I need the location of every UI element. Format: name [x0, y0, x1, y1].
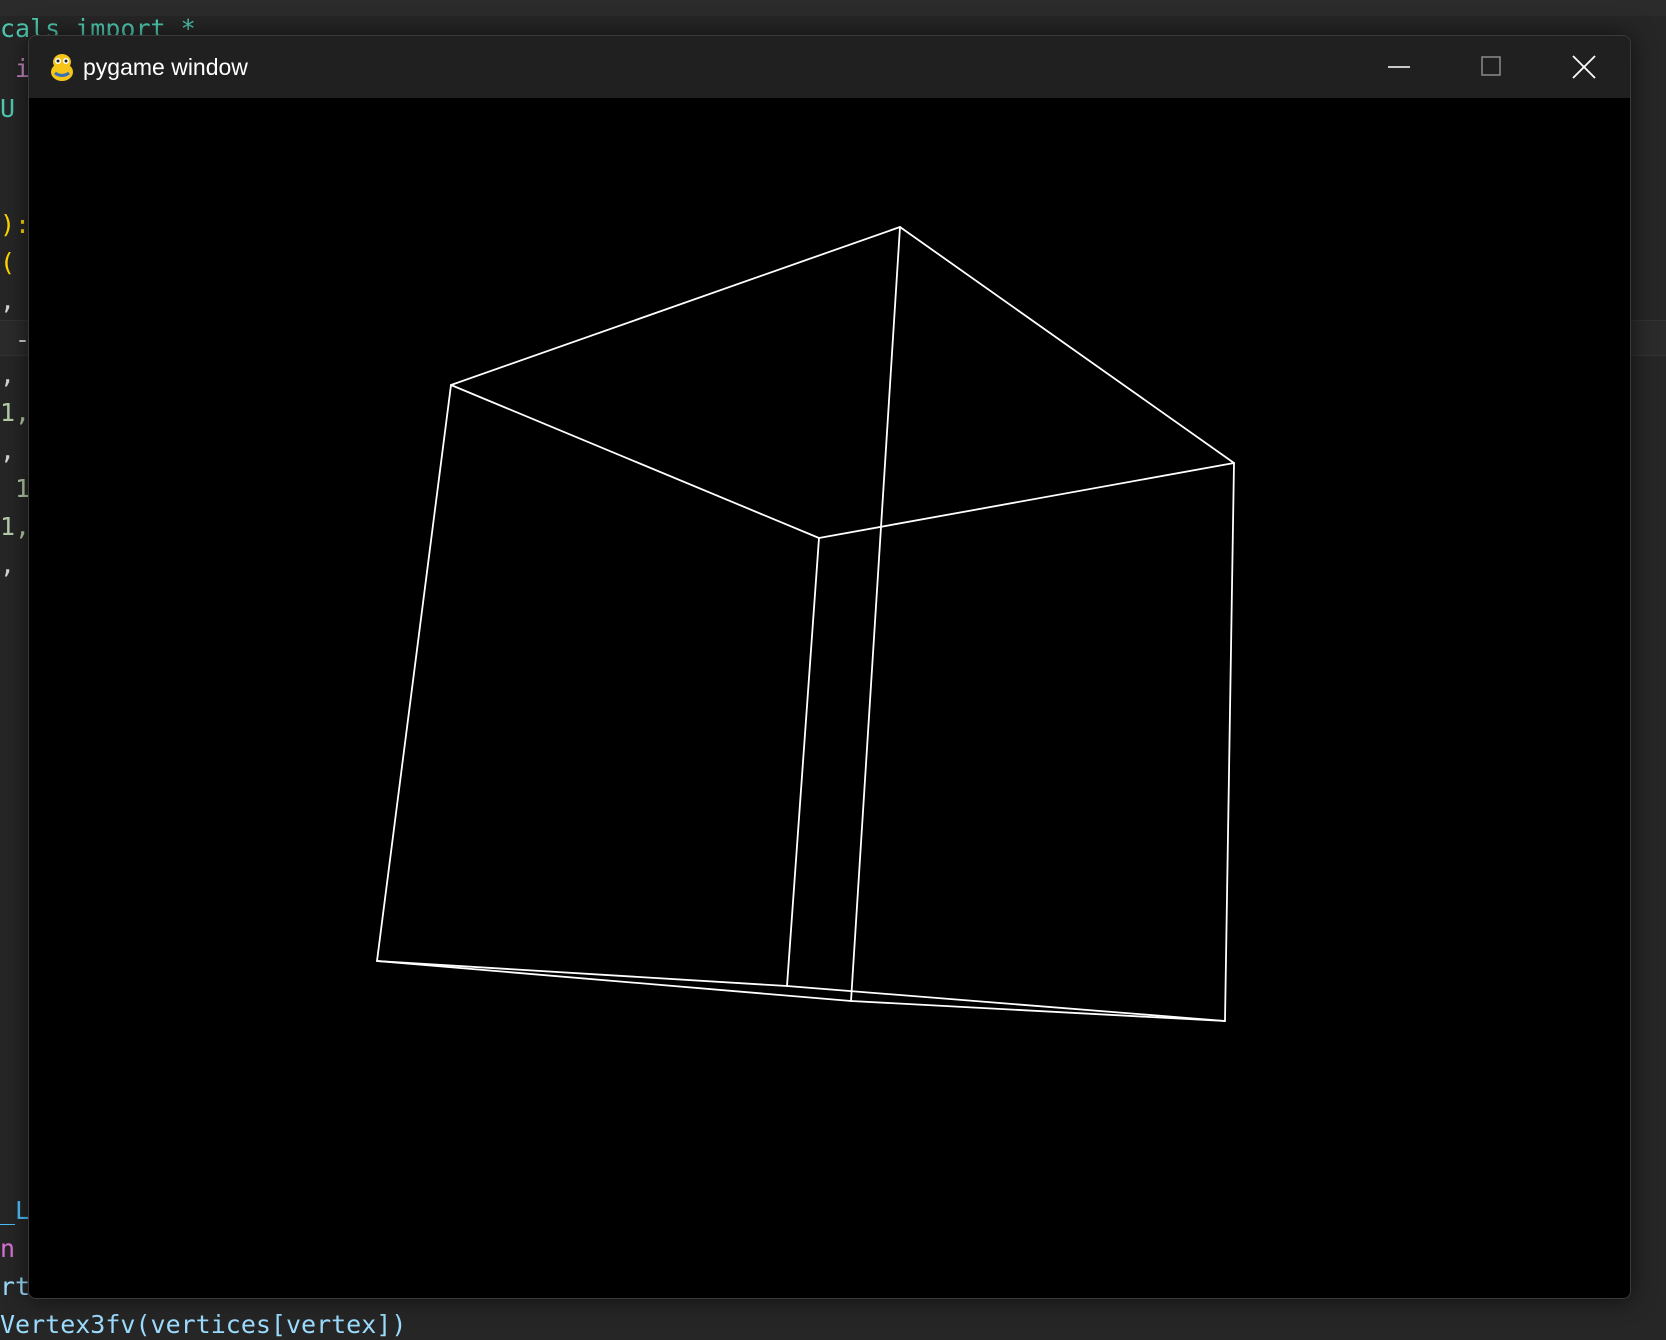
code-line: _L	[0, 1196, 31, 1225]
cube-edge	[450, 384, 820, 539]
pygame-snake-icon	[47, 52, 77, 82]
code-line: ,	[0, 550, 16, 579]
maximize-icon	[1481, 56, 1501, 76]
code-line: ,	[0, 286, 16, 315]
wireframe-cube	[376, 226, 1235, 1022]
minimize-button[interactable]	[1353, 36, 1445, 98]
window-title: pygame window	[83, 54, 248, 80]
close-icon	[1572, 55, 1596, 79]
editor-tab-strip	[0, 0, 1666, 16]
cube-edge	[786, 537, 820, 987]
code-line: U	[0, 94, 16, 123]
code-line: 1	[0, 474, 31, 503]
cube-edge	[450, 226, 901, 386]
opengl-render-canvas[interactable]	[29, 98, 1630, 1298]
cube-edge	[376, 960, 852, 1002]
maximize-button[interactable]	[1445, 36, 1537, 98]
code-line: i	[0, 54, 31, 83]
code-line: ,	[0, 436, 16, 465]
code-line: n	[0, 1234, 16, 1263]
code-line: (	[0, 248, 16, 277]
code-line: rt	[0, 1272, 31, 1301]
code-line: 1,	[0, 398, 31, 427]
code-line: ,	[0, 360, 16, 389]
code-line: 1,	[0, 512, 31, 541]
close-button[interactable]	[1538, 36, 1630, 98]
cube-edge	[850, 1000, 1226, 1022]
code-line: Vertex3fv(vertices[vertex])	[0, 1310, 407, 1339]
cube-edge	[1224, 462, 1235, 1022]
cube-edge	[899, 226, 1235, 464]
cube-edge	[786, 985, 1226, 1022]
pygame-window[interactable]: pygame window	[28, 35, 1631, 1299]
cube-edge	[376, 384, 452, 962]
minimize-icon	[1388, 66, 1410, 68]
code-line: ):	[0, 210, 31, 239]
cube-edge	[376, 960, 788, 987]
code-line: -	[0, 325, 31, 354]
cube-edge	[850, 226, 901, 1002]
window-titlebar[interactable]: pygame window	[29, 36, 1630, 98]
